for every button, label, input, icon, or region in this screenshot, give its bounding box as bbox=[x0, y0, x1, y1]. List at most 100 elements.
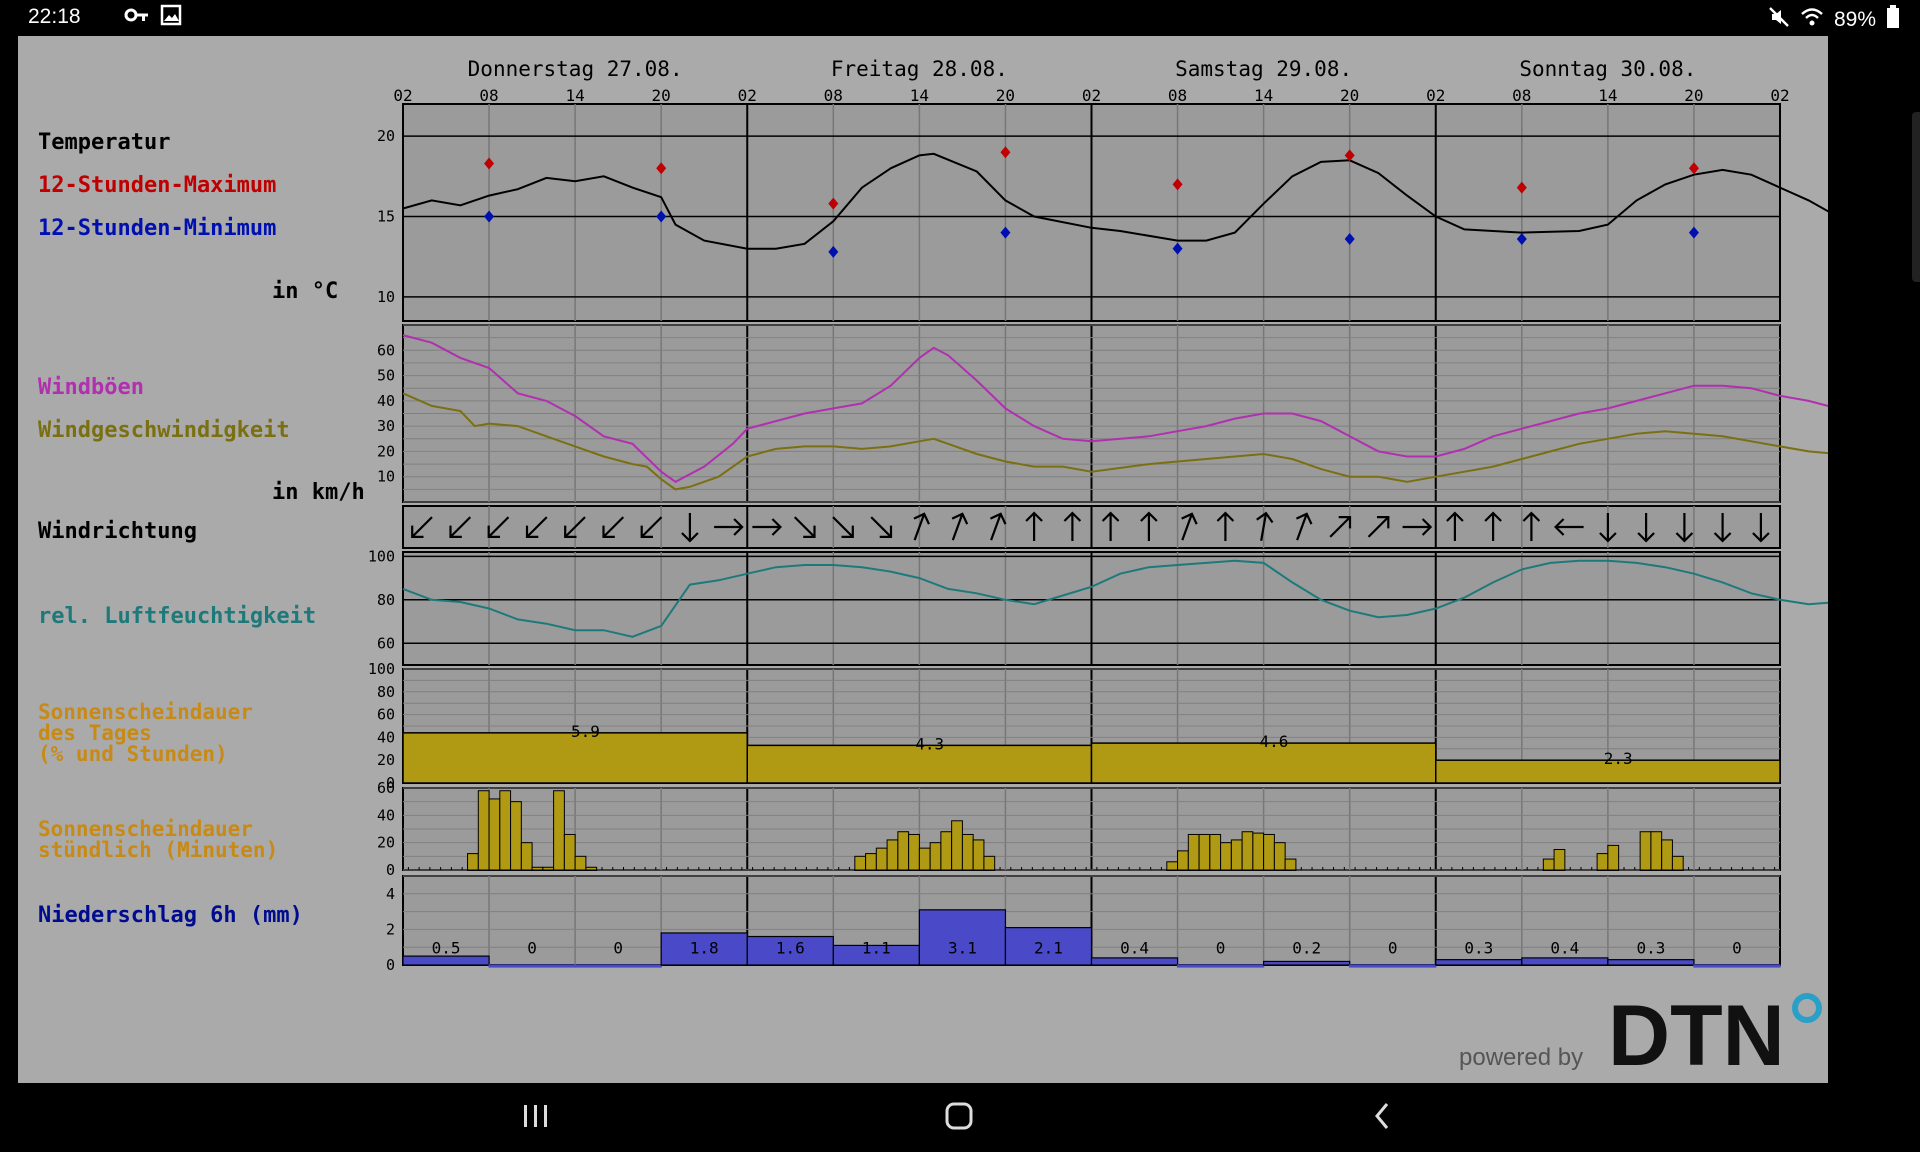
wind-ytick: 40 bbox=[377, 392, 395, 410]
hour-tick-label: 08 bbox=[1168, 86, 1187, 105]
precip-label: 0 bbox=[1732, 938, 1742, 957]
precip-bar bbox=[1349, 964, 1437, 968]
sun-hourly-bar bbox=[510, 801, 522, 871]
navigation-bar bbox=[0, 1083, 1920, 1152]
sun-hourly-ytick: 0 bbox=[386, 861, 395, 879]
hour-tick-label: 14 bbox=[1598, 86, 1617, 105]
label-windrichtung: Windrichtung bbox=[38, 519, 197, 544]
wind-ytick: 60 bbox=[377, 341, 395, 359]
precip-ytick: 0 bbox=[386, 956, 395, 974]
sun-hourly-bar bbox=[1252, 832, 1265, 871]
hour-tick-label: 02 bbox=[393, 86, 412, 105]
sun-hourly-ytick: 40 bbox=[377, 806, 395, 824]
webview-content[interactable]: 5.9 4.3 4.6 2.3 0.5 0 0 1.8 1.6 1.1 3.1 2.1 0.4 0 0.2 0… bbox=[18, 36, 1828, 1083]
meteogram-chart: 5.9 4.3 4.6 2.3 0.5 0 0 1.8 1.6 1.1 3.1 2.1 0.4 0 0.2 0… bbox=[38, 57, 1828, 1083]
precip-label: 0.3 bbox=[1636, 938, 1665, 957]
precip-bar bbox=[488, 964, 576, 968]
battery-percent: 89% bbox=[1833, 8, 1876, 31]
precip-bar bbox=[402, 955, 490, 966]
wind-ytick: 20 bbox=[377, 442, 395, 460]
battery-icon bbox=[1886, 5, 1900, 35]
humidity-ytick: 80 bbox=[377, 591, 395, 609]
label-max: 12-Stunden-Maximum bbox=[38, 173, 276, 198]
hour-tick-label: 08 bbox=[1512, 86, 1531, 105]
sun-hourly-bar bbox=[1273, 842, 1286, 871]
sun-hourly-bar bbox=[865, 853, 877, 871]
precip-label: 0.3 bbox=[1464, 938, 1493, 957]
day-header: Sonntag 30.08. bbox=[1519, 57, 1696, 81]
precip-label: 0.2 bbox=[1292, 938, 1321, 957]
sun-daily-label: 2.3 bbox=[1604, 749, 1633, 768]
precip-label: 1.1 bbox=[862, 938, 891, 957]
precip-bar bbox=[1607, 959, 1695, 966]
home-button[interactable] bbox=[929, 1091, 989, 1141]
label-wind-unit: in km/h bbox=[272, 480, 365, 505]
temp-ytick: 20 bbox=[377, 127, 395, 145]
sun-hourly-bar bbox=[908, 833, 920, 871]
hour-tick-label: 02 bbox=[1770, 86, 1789, 105]
key-icon bbox=[124, 4, 150, 32]
sun-hourly-bar bbox=[961, 833, 974, 871]
powered-by-text: powered by bbox=[1459, 1044, 1583, 1071]
sun-hourly-bar bbox=[531, 866, 544, 871]
recent-apps-button[interactable] bbox=[506, 1091, 566, 1141]
sun-hourly-bar bbox=[477, 790, 490, 871]
edge-panel-handle[interactable] bbox=[1912, 112, 1920, 282]
hour-tick-label: 20 bbox=[1684, 86, 1703, 105]
precip-bar bbox=[1435, 959, 1523, 966]
sun-hourly-bar bbox=[1671, 855, 1684, 871]
sun-hourly-ytick: 20 bbox=[377, 834, 395, 852]
precip-ytick: 2 bbox=[386, 920, 395, 938]
sun-hourly-ytick: 60 bbox=[377, 779, 395, 797]
precip-bar bbox=[1090, 957, 1179, 966]
sun-hourly-bar bbox=[1177, 850, 1189, 871]
precip-label: 2.1 bbox=[1034, 938, 1063, 957]
sun-hourly-bar bbox=[499, 790, 512, 871]
hour-tick-label: 02 bbox=[738, 86, 757, 105]
sun-daily-ytick: 40 bbox=[377, 728, 395, 746]
label-sonne-std-2: stündlich (Minuten) bbox=[38, 838, 278, 862]
sun-hourly-bar bbox=[1542, 858, 1555, 871]
sun-hourly-bar bbox=[1263, 833, 1275, 871]
sun-hourly-bar bbox=[585, 866, 598, 871]
sun-daily-ytick: 20 bbox=[377, 751, 395, 769]
day-header: Freitag 28.08. bbox=[831, 57, 1008, 81]
precip-label: 1.8 bbox=[690, 938, 719, 957]
sun-hourly-bar bbox=[488, 798, 501, 871]
label-niederschlag: Niederschlag 6h (mm) bbox=[38, 903, 303, 928]
sun-hourly-bar bbox=[1209, 833, 1222, 871]
sun-daily-ytick: 80 bbox=[377, 683, 395, 701]
sun-hourly-bar bbox=[983, 855, 996, 871]
sun-daily-label: 5.9 bbox=[571, 722, 600, 741]
sun-hourly-bar bbox=[972, 839, 985, 871]
sun-hourly-bar bbox=[1284, 858, 1297, 871]
sun-hourly-bar bbox=[1230, 839, 1243, 871]
temp-ytick: 15 bbox=[377, 208, 395, 226]
sun-hourly-bar bbox=[1553, 849, 1566, 871]
sun-hourly-bar bbox=[1661, 839, 1673, 871]
sun-hourly-bar bbox=[1650, 831, 1663, 871]
sun-daily-label: 4.3 bbox=[915, 734, 944, 753]
wind-ytick: 10 bbox=[377, 468, 395, 486]
hour-tick-label: 20 bbox=[652, 86, 671, 105]
label-sonne-tag-3: (% und Stunden) bbox=[38, 742, 228, 766]
wifi-icon bbox=[1800, 6, 1824, 34]
sun-hourly-bar bbox=[563, 833, 576, 871]
sun-hourly-bar bbox=[1639, 831, 1652, 871]
precip-label: 0.4 bbox=[1120, 938, 1149, 957]
sun-hourly-bar bbox=[1596, 853, 1609, 871]
label-windboeen: Windböen bbox=[38, 375, 144, 400]
sun-hourly-bar bbox=[854, 855, 867, 871]
humidity-ytick: 60 bbox=[377, 634, 395, 652]
sun-hourly-bar bbox=[1607, 844, 1620, 871]
temp-ytick: 10 bbox=[377, 288, 395, 306]
label-temperatur: Temperatur bbox=[38, 130, 170, 155]
precip-label: 0.4 bbox=[1550, 938, 1579, 957]
hour-tick-label: 08 bbox=[824, 86, 843, 105]
sun-hourly-bar bbox=[875, 847, 888, 871]
dtn-logo[interactable]: DTN bbox=[1608, 988, 1785, 1083]
sun-hourly-bar bbox=[886, 839, 899, 871]
back-button[interactable] bbox=[1352, 1091, 1412, 1141]
hour-tick-label: 20 bbox=[1340, 86, 1359, 105]
sun-daily-ytick: 60 bbox=[377, 706, 395, 724]
